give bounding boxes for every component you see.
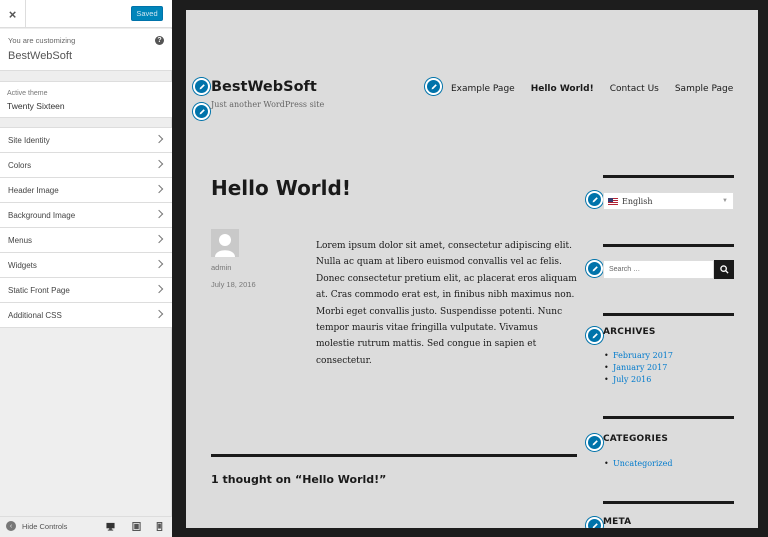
- search-button[interactable]: [714, 260, 734, 279]
- edit-tagline-pencil-icon[interactable]: [193, 103, 210, 120]
- site-title[interactable]: BestWebSoft: [211, 79, 317, 95]
- chevron-right-icon: [154, 184, 164, 194]
- widget-divider: [603, 501, 734, 504]
- edit-categories-widget-pencil-icon[interactable]: [586, 434, 603, 451]
- chevron-right-icon: [154, 234, 164, 244]
- customizing-site-name: BestWebSoft: [8, 50, 72, 62]
- desktop-icon[interactable]: [106, 522, 115, 531]
- hide-controls-button[interactable]: ‹ Hide Controls: [6, 521, 67, 531]
- widget-divider: [603, 313, 734, 316]
- edit-search-widget-pencil-icon[interactable]: [586, 260, 603, 277]
- section-label: Menus: [8, 236, 33, 245]
- section-background-image[interactable]: Background Image: [0, 203, 172, 228]
- help-icon[interactable]: ?: [155, 36, 164, 45]
- section-header-image[interactable]: Header Image: [0, 178, 172, 203]
- section-label: Background Image: [8, 211, 76, 220]
- customizing-label: You are customizing: [8, 36, 76, 45]
- section-colors[interactable]: Colors: [0, 153, 172, 178]
- menu-item-sample-page[interactable]: Sample Page: [675, 84, 733, 94]
- active-theme-label: Active theme: [7, 90, 48, 97]
- section-static-front-page[interactable]: Static Front Page: [0, 278, 172, 303]
- chevron-right-icon: [154, 159, 164, 169]
- edit-meta-widget-pencil-icon[interactable]: [586, 517, 603, 528]
- categories-widget-title: CATEGORIES: [603, 434, 669, 444]
- user-silhouette-icon: [215, 234, 235, 257]
- customizer-app: × Saved You are customizing BestWebSoft …: [0, 0, 768, 537]
- customizer-sidebar: × Saved You are customizing BestWebSoft …: [0, 0, 172, 537]
- us-flag-icon: [608, 197, 618, 205]
- widget-divider: [603, 416, 734, 419]
- post-content: Lorem ipsum dolor sit amet, consectetur …: [316, 241, 577, 366]
- edit-language-widget-pencil-icon[interactable]: [586, 191, 603, 208]
- archive-link[interactable]: January 2017: [603, 362, 673, 374]
- search-icon: [719, 265, 729, 274]
- post-date[interactable]: July 18, 2016: [211, 280, 256, 289]
- section-label: Additional CSS: [8, 311, 62, 320]
- language-selected-value: English: [622, 196, 653, 206]
- comments-title: 1 thought on “Hello World!”: [211, 473, 387, 486]
- section-widgets[interactable]: Widgets: [0, 253, 172, 278]
- menu-item-hello-world[interactable]: Hello World!: [531, 84, 594, 94]
- meta-widget-title: META: [603, 517, 632, 527]
- section-label: Site Identity: [8, 136, 50, 145]
- post-author[interactable]: admin: [211, 263, 231, 272]
- section-label: Colors: [8, 161, 32, 170]
- hide-controls-label: Hide Controls: [22, 521, 68, 531]
- customizing-info: You are customizing BestWebSoft ?: [0, 29, 172, 71]
- avatar: [211, 229, 239, 257]
- post-title: Hello World!: [211, 176, 351, 200]
- widget-divider: [603, 244, 734, 247]
- section-label: Static Front Page: [8, 286, 70, 295]
- active-theme-panel[interactable]: Active theme Twenty Sixteen: [0, 81, 172, 118]
- arrow-left-circle-icon: ‹: [6, 521, 16, 531]
- section-label: Widgets: [8, 261, 37, 270]
- comments-divider: [211, 454, 577, 457]
- section-list: Site Identity Colors Header Image Backgr…: [0, 127, 172, 328]
- site-tagline: Just another WordPress site: [211, 100, 325, 109]
- section-menus[interactable]: Menus: [0, 228, 172, 253]
- archives-widget-title: ARCHIVES: [603, 327, 656, 337]
- sidebar-footer: ‹ Hide Controls: [0, 516, 172, 537]
- active-theme-name: Twenty Sixteen: [7, 101, 65, 111]
- chevron-right-icon: [154, 134, 164, 144]
- sidebar-header: × Saved: [0, 0, 172, 28]
- edit-menu-pencil-icon[interactable]: [425, 78, 442, 95]
- close-button[interactable]: ×: [0, 0, 26, 28]
- chevron-right-icon: [154, 284, 164, 294]
- categories-list: Uncategorized: [603, 458, 672, 470]
- language-select[interactable]: English ▼: [603, 192, 734, 210]
- edit-archives-widget-pencil-icon[interactable]: [586, 327, 603, 344]
- chevron-right-icon: [154, 259, 164, 269]
- chevron-right-icon: [154, 209, 164, 219]
- archives-list: February 2017 January 2017 July 2016: [603, 350, 673, 386]
- edit-site-title-pencil-icon[interactable]: [193, 78, 210, 95]
- archive-link[interactable]: February 2017: [603, 350, 673, 362]
- primary-menu: Example Page Hello World! Contact Us Sam…: [451, 84, 749, 94]
- category-link[interactable]: Uncategorized: [603, 458, 672, 470]
- dropdown-arrow-icon: ▼: [722, 198, 728, 204]
- section-additional-css[interactable]: Additional CSS: [0, 303, 172, 328]
- archive-link[interactable]: July 2016: [603, 374, 673, 386]
- site-preview: BestWebSoft Just another WordPress site …: [186, 10, 758, 528]
- section-label: Header Image: [8, 186, 59, 195]
- widget-divider: [603, 175, 734, 178]
- menu-item-contact-us[interactable]: Contact Us: [610, 84, 659, 94]
- tablet-icon[interactable]: [132, 522, 141, 531]
- search-input[interactable]: Search …: [603, 260, 714, 279]
- section-site-identity[interactable]: Site Identity: [0, 128, 172, 153]
- saved-button[interactable]: Saved: [131, 6, 163, 21]
- chevron-right-icon: [154, 309, 164, 319]
- menu-item-example-page[interactable]: Example Page: [451, 84, 515, 94]
- mobile-icon[interactable]: [155, 522, 164, 531]
